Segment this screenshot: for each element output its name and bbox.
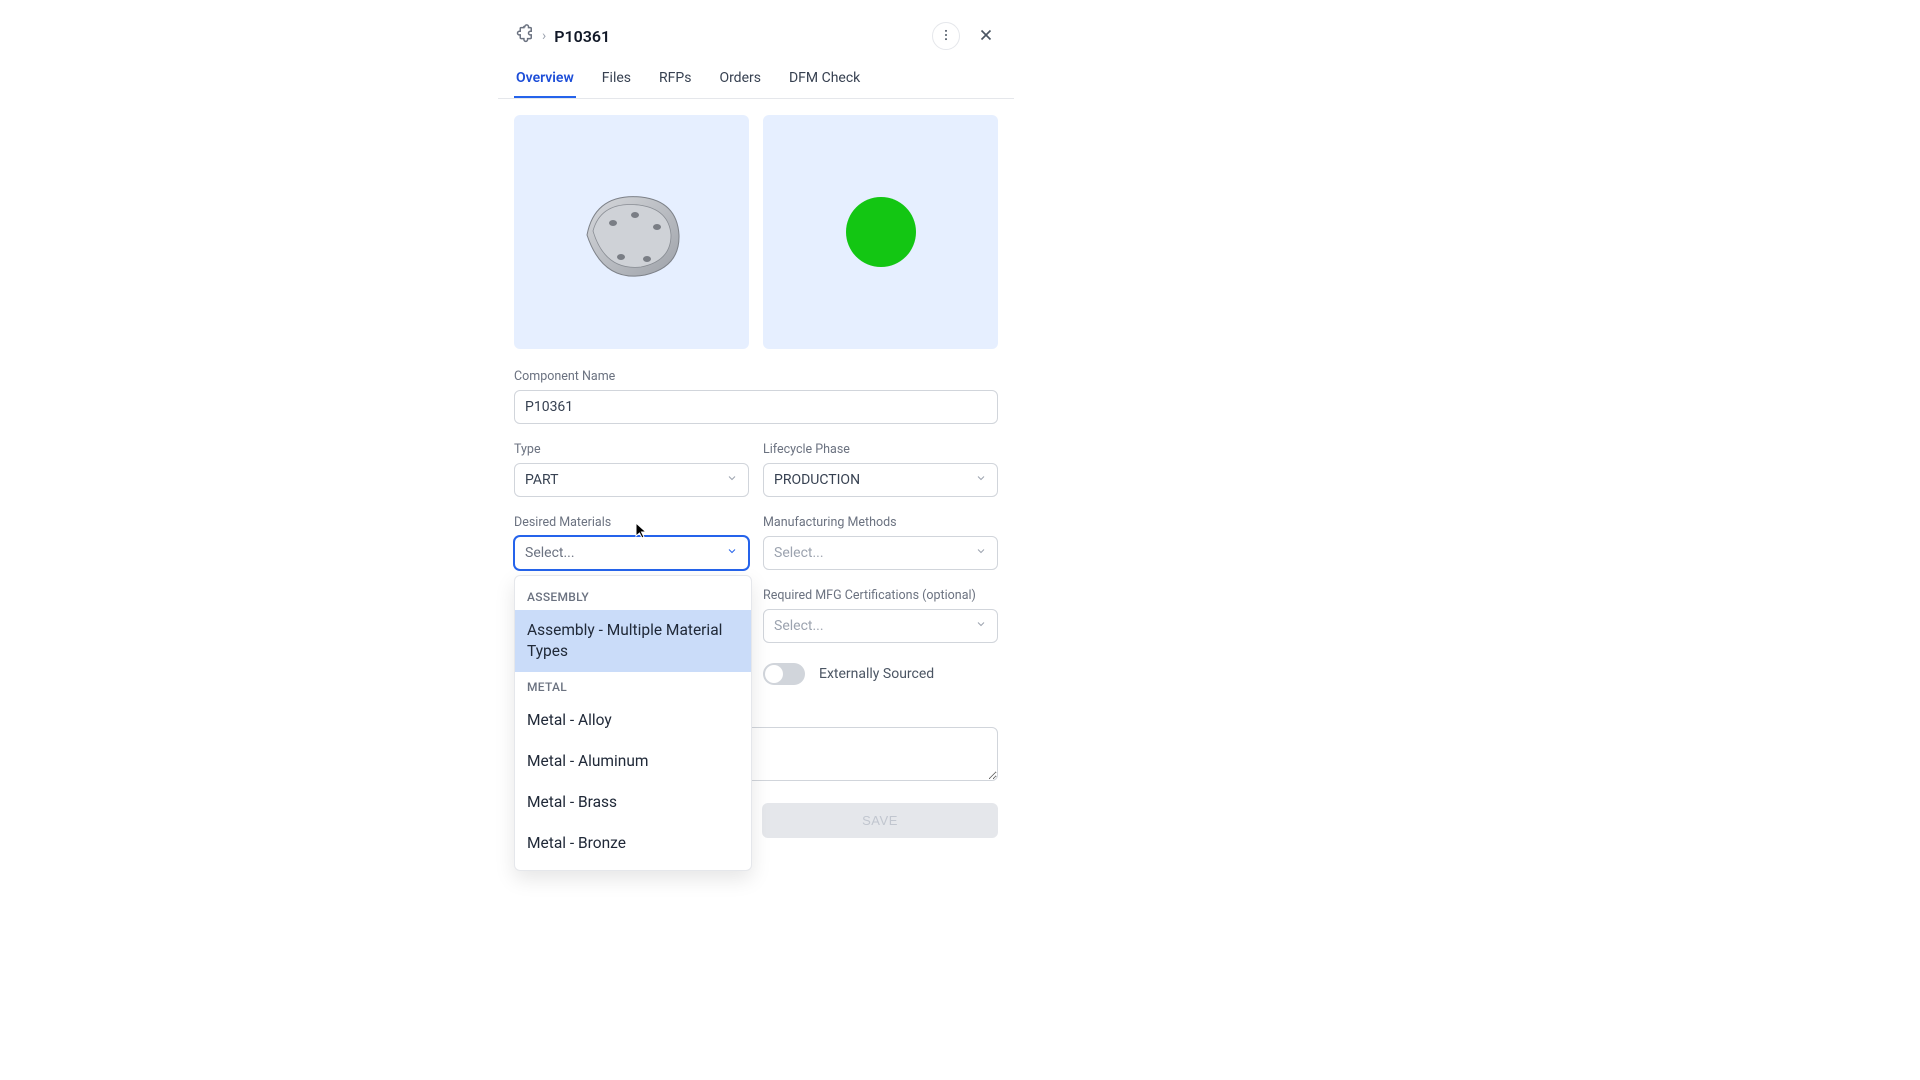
externally-sourced-label: Externally Sourced xyxy=(819,666,934,682)
dropdown-group-metal: METAL xyxy=(515,672,751,700)
methods-placeholder: Select... xyxy=(774,545,824,561)
part-render-icon xyxy=(567,175,697,290)
methods-label: Manufacturing Methods xyxy=(763,515,998,530)
material-option-metal-alloy[interactable]: Metal - Alloy xyxy=(515,700,751,741)
type-label: Type xyxy=(514,442,749,457)
toggle-knob xyxy=(765,665,783,683)
component-name-input[interactable] xyxy=(514,390,998,424)
materials-dropdown: ASSEMBLY Assembly - Multiple Material Ty… xyxy=(514,575,752,871)
tabs: Overview Files RFPs Orders DFM Check xyxy=(498,60,1014,99)
part-detail-panel: › P10361 Overview Files RFPs xyxy=(498,12,1014,854)
tab-overview[interactable]: Overview xyxy=(514,60,576,98)
dropdown-group-assembly: ASSEMBLY xyxy=(515,582,751,610)
close-icon xyxy=(977,26,995,47)
tab-orders[interactable]: Orders xyxy=(717,60,763,98)
tab-rfps[interactable]: RFPs xyxy=(657,60,693,98)
tab-dfm-check[interactable]: DFM Check xyxy=(787,60,862,98)
material-option-assembly-multi[interactable]: Assembly - Multiple Material Types xyxy=(515,610,751,672)
material-option-metal-bronze[interactable]: Metal - Bronze xyxy=(515,823,751,864)
puzzle-icon xyxy=(512,23,534,49)
chevron-down-icon xyxy=(975,545,987,561)
status-dot-icon xyxy=(846,197,916,267)
materials-group: Desired Materials Select... ASSEMBLY Ass… xyxy=(514,515,749,685)
save-button[interactable]: SAVE xyxy=(762,803,998,838)
kebab-icon xyxy=(939,28,953,45)
type-group: Type PART xyxy=(514,442,749,497)
lifecycle-value: PRODUCTION xyxy=(774,472,860,488)
lifecycle-select[interactable]: PRODUCTION xyxy=(763,463,998,497)
preview-row xyxy=(514,115,998,349)
lifecycle-group: Lifecycle Phase PRODUCTION xyxy=(763,442,998,497)
materials-select[interactable]: Select... xyxy=(514,536,749,570)
panel-header: › P10361 xyxy=(498,12,1014,60)
component-name-group: Component Name xyxy=(514,369,998,424)
lifecycle-label: Lifecycle Phase xyxy=(763,442,998,457)
component-name-label: Component Name xyxy=(514,369,998,384)
close-button[interactable] xyxy=(972,22,1000,50)
certs-group: Required MFG Certifications (optional) S… xyxy=(763,588,998,643)
methods-select[interactable]: Select... xyxy=(763,536,998,570)
part-status-preview[interactable] xyxy=(763,115,998,349)
material-option-metal-aluminum[interactable]: Metal - Aluminum xyxy=(515,741,751,782)
materials-placeholder: Select... xyxy=(525,545,575,561)
chevron-down-icon xyxy=(975,618,987,634)
certs-select[interactable]: Select... xyxy=(763,609,998,643)
part-3d-preview[interactable] xyxy=(514,115,749,349)
chevron-down-icon xyxy=(726,472,738,488)
chevron-down-icon xyxy=(726,545,738,561)
tab-files[interactable]: Files xyxy=(600,60,633,98)
material-option-metal-brass[interactable]: Metal - Brass xyxy=(515,782,751,823)
type-select[interactable]: PART xyxy=(514,463,749,497)
more-options-button[interactable] xyxy=(932,22,960,50)
chevron-down-icon xyxy=(975,472,987,488)
materials-label: Desired Materials xyxy=(514,515,749,530)
externally-sourced-toggle[interactable] xyxy=(763,663,805,685)
type-value: PART xyxy=(525,472,558,488)
certs-label: Required MFG Certifications (optional) xyxy=(763,588,998,603)
content: Component Name Type PART Lifecycle Phase… xyxy=(498,99,1014,854)
header-actions xyxy=(932,22,1000,50)
breadcrumb-separator: › xyxy=(542,28,546,44)
methods-group: Manufacturing Methods Select... Required… xyxy=(763,515,998,685)
externally-sourced-row: Externally Sourced xyxy=(763,663,998,685)
page-title: P10361 xyxy=(554,27,610,46)
certs-placeholder: Select... xyxy=(774,618,824,634)
